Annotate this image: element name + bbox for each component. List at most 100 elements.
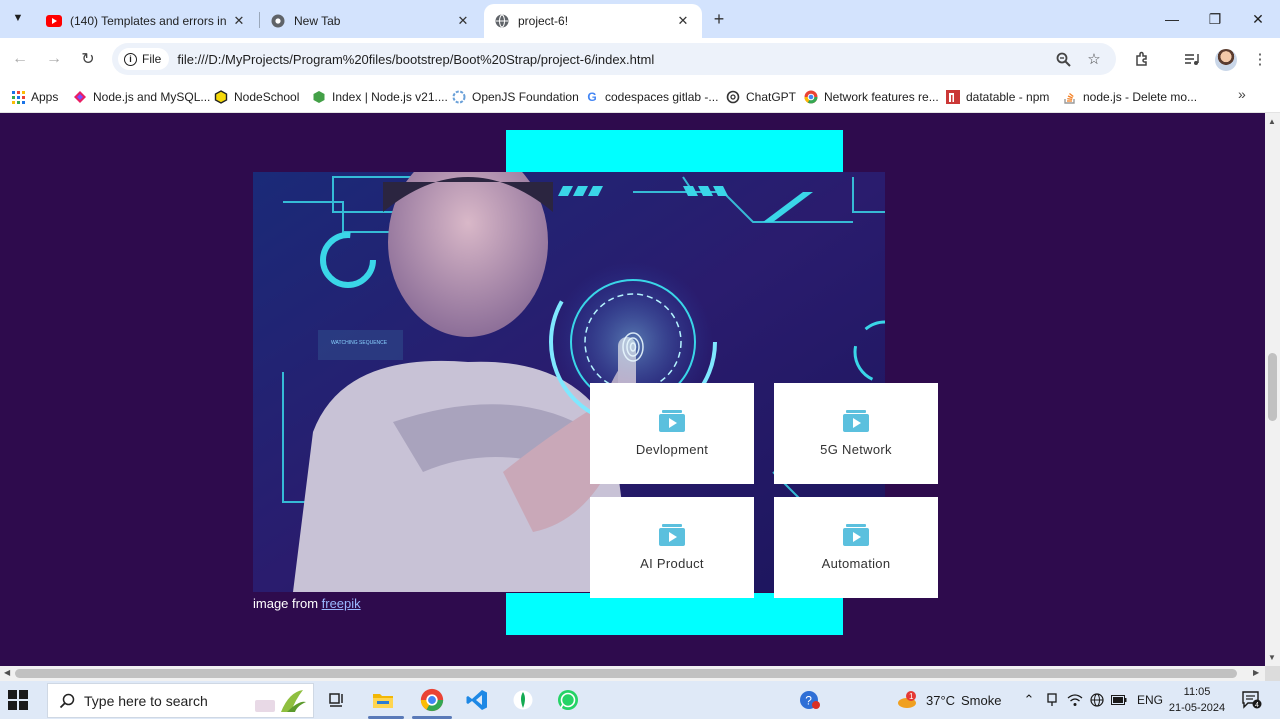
restore-button[interactable]: ❐ bbox=[1195, 6, 1235, 32]
tab-youtube[interactable]: (140) Templates and errors in D ✕ bbox=[36, 4, 258, 38]
bookmark-label: Index | Node.js v21.... bbox=[332, 90, 448, 104]
service-card-5g-network[interactable]: 5G Network bbox=[774, 383, 938, 484]
scroll-down-icon[interactable]: ▼ bbox=[1268, 653, 1276, 662]
site-info-label: File bbox=[142, 52, 162, 66]
bookmark-nodejs-delete[interactable]: node.js - Delete mo... bbox=[1063, 86, 1197, 108]
minimize-icon: — bbox=[1165, 11, 1179, 27]
bookmark-label: OpenJS Foundation bbox=[472, 90, 579, 104]
tab-search-button[interactable]: ▼ bbox=[6, 6, 30, 30]
close-icon[interactable]: ✕ bbox=[230, 12, 248, 30]
youtube-icon bbox=[46, 13, 62, 29]
windows-start-icon[interactable] bbox=[8, 690, 28, 710]
npm-icon bbox=[946, 90, 960, 104]
chrome-icon[interactable] bbox=[417, 686, 447, 714]
google-icon: G bbox=[587, 90, 597, 104]
task-view-icon[interactable] bbox=[322, 686, 352, 714]
search-highlight-icon bbox=[255, 690, 306, 712]
bookmark-label: Network features re... bbox=[824, 90, 939, 104]
close-icon[interactable]: ✕ bbox=[674, 12, 692, 30]
horizontal-scroll-thumb[interactable] bbox=[15, 669, 1237, 678]
bookmark-nodeschool[interactable]: NodeSchool bbox=[214, 86, 299, 108]
restore-icon: ❐ bbox=[1208, 10, 1222, 27]
minimize-button[interactable]: — bbox=[1152, 6, 1192, 32]
arrow-left-icon: ← bbox=[12, 50, 28, 67]
scroll-up-icon[interactable]: ▲ bbox=[1268, 117, 1276, 126]
card-label: Automation bbox=[821, 556, 891, 571]
bookmark-network-features[interactable]: Network features re... bbox=[804, 86, 939, 108]
notification-center-icon[interactable]: 4 bbox=[1242, 691, 1262, 709]
notification-count: 4 bbox=[1255, 702, 1259, 709]
bookmark-star-icon[interactable]: ☆ bbox=[1085, 50, 1103, 68]
play-folder-icon bbox=[843, 524, 869, 546]
vscode-icon[interactable] bbox=[462, 686, 492, 714]
chevron-up-icon[interactable]: ⌃ bbox=[1021, 692, 1037, 708]
freepik-link[interactable]: freepik bbox=[322, 596, 361, 611]
bookmark-codespaces[interactable]: G codespaces gitlab -... bbox=[585, 86, 718, 108]
weather-temp[interactable]: 37°C bbox=[926, 693, 955, 708]
close-window-button[interactable]: ✕ bbox=[1238, 6, 1278, 32]
stackoverflow-icon bbox=[1063, 90, 1077, 104]
svg-text:?: ? bbox=[805, 694, 812, 708]
mongodb-icon[interactable] bbox=[508, 686, 538, 714]
network-globe-icon[interactable] bbox=[1089, 692, 1105, 708]
wifi-icon[interactable] bbox=[1067, 692, 1083, 708]
language-indicator[interactable]: ENG bbox=[1137, 693, 1163, 707]
tab-new-tab[interactable]: New Tab ✕ bbox=[260, 4, 482, 38]
bookmark-apps[interactable]: Apps bbox=[11, 86, 58, 108]
service-card-ai-product[interactable]: AI Product bbox=[590, 497, 754, 598]
profile-avatar[interactable] bbox=[1215, 49, 1237, 71]
help-icon[interactable]: ? bbox=[795, 686, 825, 714]
new-tab-button[interactable]: + bbox=[708, 8, 730, 30]
vertical-scroll-thumb[interactable] bbox=[1268, 353, 1277, 421]
reload-icon: ↻ bbox=[81, 51, 95, 68]
bookmarks-overflow-icon[interactable]: » bbox=[1238, 86, 1246, 102]
site-info-chip[interactable]: i File bbox=[118, 48, 170, 70]
forward-button[interactable]: → bbox=[42, 47, 66, 71]
windows-taskbar: Type here to search ? 1 37°C Smoke ⌃ ENG… bbox=[0, 681, 1280, 719]
weather-icon[interactable]: 1 bbox=[892, 686, 922, 714]
bookmark-label: datatable - npm bbox=[966, 90, 1050, 104]
scroll-left-icon[interactable]: ◀ bbox=[4, 668, 10, 677]
service-card-development[interactable]: Devlopment bbox=[590, 383, 754, 484]
address-bar[interactable]: i File file:///D:/MyProjects/Program%20f… bbox=[112, 43, 1116, 75]
clock-time: 11:05 bbox=[1183, 686, 1211, 698]
file-explorer-icon[interactable] bbox=[368, 686, 398, 714]
bookmark-label: Apps bbox=[31, 90, 59, 104]
system-clock[interactable]: 11:05 21-05-2024 bbox=[1164, 684, 1230, 716]
bookmark-nodejs-docs[interactable]: Index | Node.js v21.... bbox=[312, 86, 448, 108]
accent-block-top bbox=[506, 130, 843, 172]
openjs-icon bbox=[452, 90, 466, 104]
bookmark-openjs[interactable]: OpenJS Foundation bbox=[452, 86, 579, 108]
reload-button[interactable]: ↻ bbox=[76, 47, 100, 71]
bookmarks-bar: Apps Node.js and MySQL... NodeSchool Ind… bbox=[0, 80, 1280, 113]
service-card-automation[interactable]: Automation bbox=[774, 497, 938, 598]
horizontal-scrollbar[interactable]: ◀ ▶ bbox=[0, 666, 1265, 681]
zoom-icon[interactable] bbox=[1054, 50, 1072, 68]
search-icon bbox=[58, 692, 76, 710]
clock-date: 21-05-2024 bbox=[1168, 702, 1226, 714]
diamond-icon bbox=[73, 90, 87, 104]
close-icon: ✕ bbox=[1252, 10, 1264, 27]
tab-project-6[interactable]: project-6! ✕ bbox=[484, 4, 702, 38]
weather-condition[interactable]: Smoke bbox=[961, 693, 1001, 708]
bookmark-chatgpt[interactable]: ChatGPT bbox=[726, 86, 796, 108]
tab-title: New Tab bbox=[294, 14, 341, 28]
play-folder-icon bbox=[659, 524, 685, 546]
close-icon[interactable]: ✕ bbox=[454, 12, 472, 30]
browser-menu-icon[interactable]: ⋮ bbox=[1248, 47, 1272, 71]
whatsapp-icon[interactable] bbox=[553, 686, 583, 714]
bookmark-label: NodeSchool bbox=[234, 90, 300, 104]
bookmark-nodejs-mysql[interactable]: Node.js and MySQL... bbox=[73, 86, 210, 108]
extensions-icon[interactable] bbox=[1130, 47, 1154, 71]
battery-icon[interactable] bbox=[1111, 692, 1127, 708]
back-button[interactable]: ← bbox=[8, 47, 32, 71]
scroll-right-icon[interactable]: ▶ bbox=[1253, 668, 1259, 677]
taskbar-search-box[interactable]: Type here to search bbox=[47, 683, 314, 718]
chrome-icon bbox=[270, 13, 286, 29]
media-queue-icon[interactable] bbox=[1180, 47, 1204, 71]
bookmark-datatable-npm[interactable]: datatable - npm bbox=[946, 86, 1049, 108]
url-text[interactable]: file:///D:/MyProjects/Program%20files/bo… bbox=[177, 52, 654, 67]
usb-device-icon[interactable] bbox=[1044, 692, 1060, 708]
accent-block-bottom bbox=[506, 593, 843, 635]
vertical-scrollbar[interactable]: ▲ ▼ bbox=[1265, 113, 1280, 666]
